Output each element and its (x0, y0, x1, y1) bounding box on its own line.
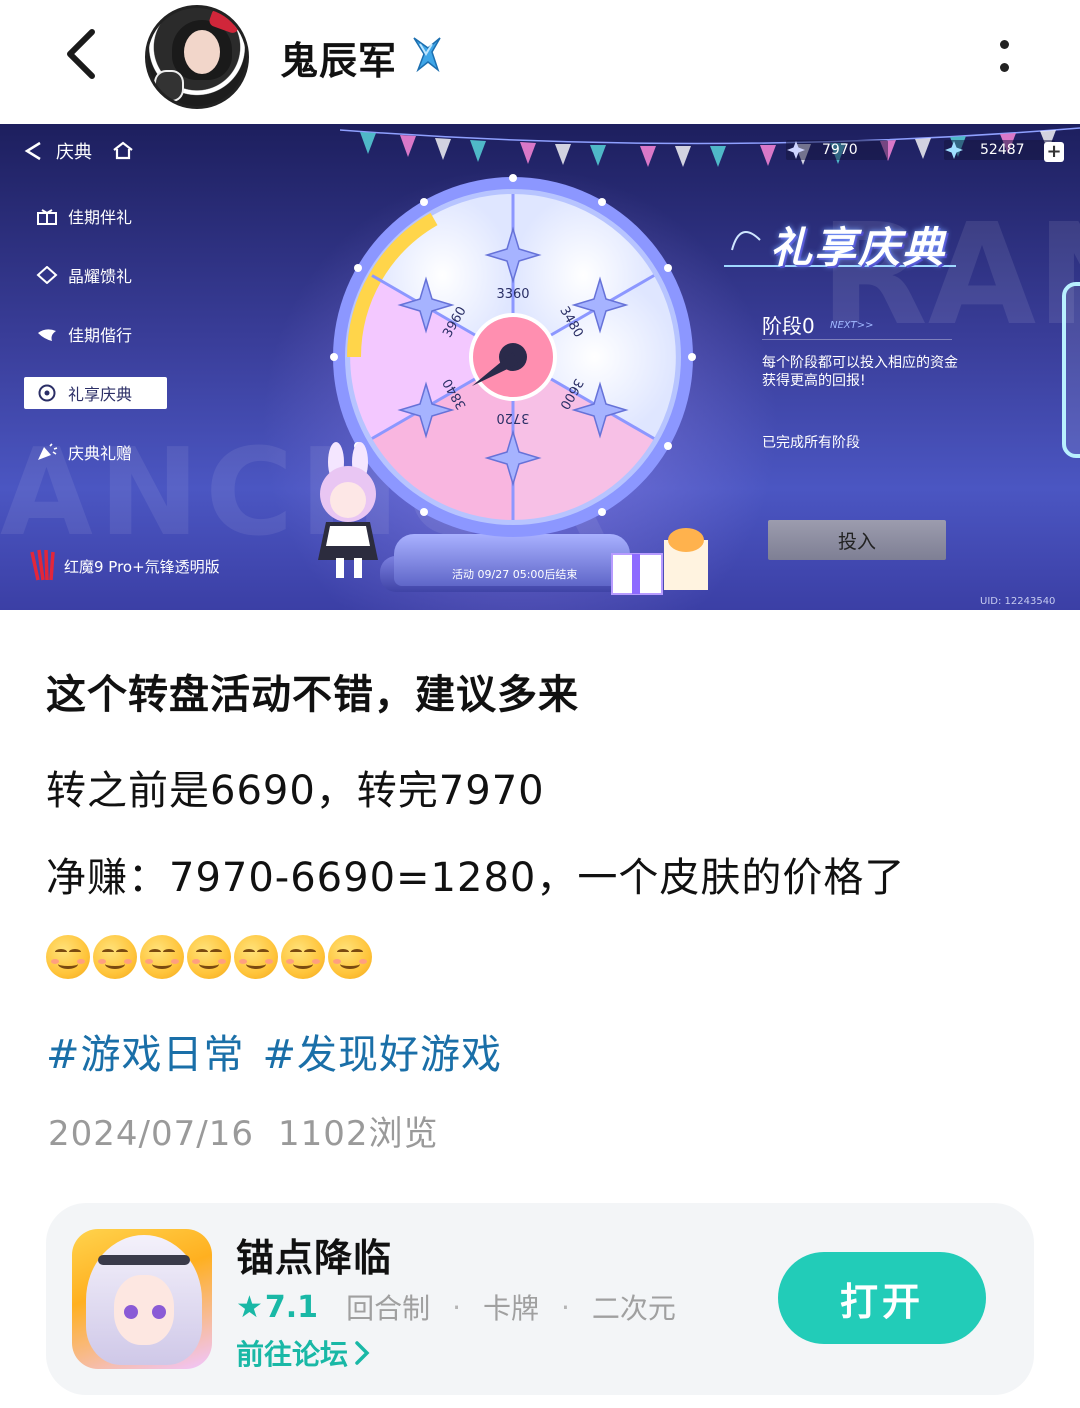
post-body-line: 转之前是6690，转完7970 (46, 768, 545, 814)
hashtag-link[interactable]: #游戏日常 (46, 1022, 245, 1080)
next-label: NEXT>> (830, 320, 874, 331)
smiling-face-emoji (234, 935, 278, 979)
divider (762, 339, 952, 340)
wheel-value-1: 3360 (496, 287, 529, 302)
menu-item-4[interactable]: 礼享庆典 (24, 377, 167, 409)
post-title: 这个转盘活动不错，建议多来 (46, 672, 579, 718)
top-bar: 鬼辰军 (0, 0, 1080, 124)
dot-icon (999, 40, 1009, 49)
game-meta: ★ 7.1 回合制 · 卡牌 · 二次元 (236, 1287, 676, 1327)
menu-item-1[interactable]: 佳期伴礼 (24, 200, 184, 232)
username[interactable]: 鬼辰军 (280, 30, 397, 85)
invest-button[interactable]: 投入 (768, 520, 946, 560)
post-body-line: 净赚：7970-6690=1280，一个皮肤的价格了 (46, 855, 906, 901)
post-date: 2024/07/16 (48, 1114, 254, 1154)
forum-link[interactable]: 前往论坛 (236, 1333, 370, 1373)
chevron-right-icon (355, 1341, 370, 1365)
game-back-icon[interactable] (22, 140, 44, 162)
creator-badge-icon (413, 37, 441, 73)
crystal-icon (36, 266, 58, 284)
genre-tag: 二次元 (591, 1292, 676, 1325)
view-count: 1102浏览 (277, 1114, 439, 1154)
smiling-face-emoji (328, 935, 372, 979)
genre-tag: 回合制 (346, 1292, 431, 1325)
post-meta: 2024/07/16 1102浏览 (48, 1106, 439, 1155)
stage-description: 每个阶段都可以投入相应的资金获得更高的回报! (762, 355, 958, 389)
back-button[interactable] (50, 22, 110, 86)
game-rating: ★ 7.1 (236, 1289, 319, 1325)
stage-label: 阶段0 (762, 314, 815, 338)
add-currency-button[interactable]: + (1044, 142, 1064, 162)
smiling-face-emoji (187, 935, 231, 979)
currency-counter-1: 7970 (786, 138, 888, 162)
redmagic-logo-icon (30, 549, 55, 581)
smiling-face-emoji (281, 935, 325, 979)
hashtag-link[interactable]: #发现好游戏 (263, 1022, 503, 1080)
smiling-face-emoji (46, 935, 90, 979)
wheel-value-4: 3720 (496, 410, 529, 425)
bird-icon (38, 329, 56, 341)
event-end-time: 活动 09/27 05:00后结束 (452, 568, 578, 581)
star-icon: ★ (236, 1289, 263, 1325)
separator-dot: · (561, 1290, 570, 1324)
game-side-menu: 佳期伴礼 晶耀馈礼 佳期偕行 礼享庆典 庆典礼赠 (24, 200, 184, 495)
menu-item-5[interactable]: 庆典礼赠 (24, 436, 184, 468)
party-popper-icon (38, 443, 58, 460)
smiling-face-emoji (93, 935, 137, 979)
game-icon[interactable] (72, 1229, 212, 1369)
game-name[interactable]: 锚点降临 (236, 1227, 392, 1282)
genre-tag: 卡牌 (482, 1292, 539, 1325)
post-image[interactable]: ANCHOR RAN 庆典 佳期伴礼 晶耀馈礼 佳期偕行 礼享庆典 (0, 124, 1080, 610)
gift-icon (37, 209, 57, 225)
stage-status: 已完成所有阶段 (762, 435, 860, 451)
event-title: 礼享庆典 (770, 223, 947, 272)
dot-icon (999, 63, 1009, 72)
star-gem-icon (787, 141, 805, 159)
game-card[interactable]: 锚点降临 ★ 7.1 回合制 · 卡牌 · 二次元 前往论坛 打开 (46, 1203, 1034, 1395)
currency-counter-2: 52487 (944, 138, 1055, 162)
smiling-face-emoji (140, 935, 184, 979)
gift-boxes-icon (611, 528, 708, 595)
emoji-row (46, 935, 372, 979)
game-nav-title: 庆典 (56, 142, 92, 163)
roulette-icon (38, 384, 56, 402)
chevron-left-icon (67, 29, 95, 79)
hashtag-list: #游戏日常 #发现好游戏 (46, 1022, 502, 1080)
more-options-button[interactable] (982, 34, 1026, 78)
avatar[interactable] (145, 5, 249, 109)
side-pull-tab[interactable] (1062, 282, 1080, 458)
home-icon[interactable] (112, 140, 134, 160)
crystal-currency-icon (945, 141, 963, 159)
separator-dot: · (452, 1290, 461, 1324)
open-game-button[interactable]: 打开 (778, 1252, 986, 1344)
menu-item-3[interactable]: 佳期偕行 (24, 318, 184, 350)
menu-item-2[interactable]: 晶耀馈礼 (24, 259, 184, 291)
uid-label: UID: 12243540 (980, 596, 1056, 607)
device-brand: 红魔9 Pro+氘锋透明版 (28, 548, 220, 584)
character-sprite (318, 442, 378, 578)
